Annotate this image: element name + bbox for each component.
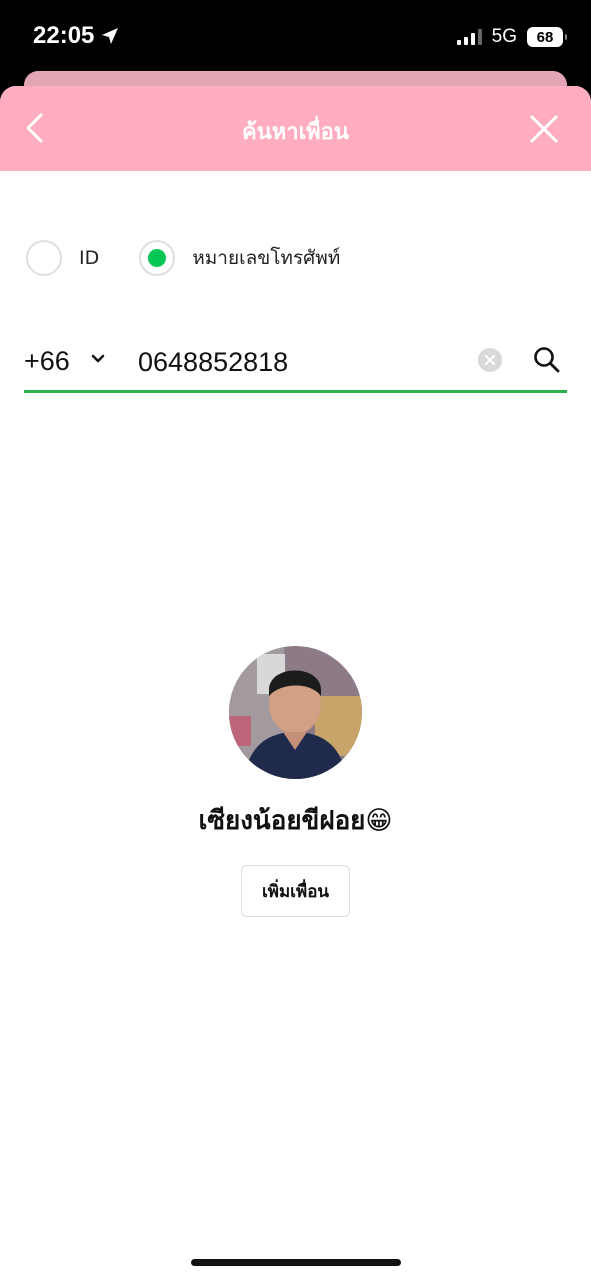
home-indicator[interactable] bbox=[191, 1259, 401, 1266]
signal-icon bbox=[456, 29, 482, 45]
profile-name: เซียงน้อยขีฝอย😁 bbox=[198, 806, 393, 836]
status-time-text: 22:05 bbox=[33, 22, 95, 49]
add-friend-button[interactable]: เพิ่มเพื่อน bbox=[241, 865, 350, 917]
country-code-selector[interactable]: +66 bbox=[24, 346, 70, 377]
radio-label-phone: หมายเลขโทรศัพท์ bbox=[192, 247, 341, 269]
radio-button-unselected[interactable] bbox=[26, 240, 62, 276]
search-icon[interactable] bbox=[533, 346, 561, 374]
radio-label-id: ID bbox=[79, 247, 100, 269]
radio-button-selected[interactable] bbox=[139, 240, 176, 276]
avatar-photo bbox=[229, 646, 362, 779]
page-title: ค้นหาเพื่อน bbox=[242, 120, 349, 145]
close-icon[interactable] bbox=[529, 114, 559, 144]
avatar bbox=[229, 646, 362, 779]
radio-selected-dot bbox=[148, 249, 167, 267]
phone-number-input[interactable] bbox=[138, 344, 468, 380]
location-arrow-icon bbox=[102, 28, 119, 44]
search-type-selector: ID หมายเลขโทรศัพท์ bbox=[26, 240, 340, 276]
battery-level: 68 bbox=[536, 28, 554, 46]
network-label: 5G bbox=[491, 26, 517, 47]
battery-icon: 68 bbox=[527, 27, 567, 47]
status-indicators: 5G 68 bbox=[456, 26, 567, 48]
phone-search-row: +66 bbox=[24, 338, 567, 393]
header: ค้นหาเพื่อน bbox=[0, 86, 591, 171]
add-friend-sheet: ค้นหาเพื่อน ID หมายเลขโทรศัพท์ +66 06488… bbox=[0, 86, 591, 1280]
radio-option-phone[interactable]: หมายเลขโทรศัพท์ bbox=[139, 240, 340, 276]
status-bar: 22:05 5G 68 bbox=[0, 0, 591, 72]
clear-icon[interactable] bbox=[478, 348, 502, 372]
status-time: 22:05 bbox=[33, 22, 120, 50]
radio-option-id[interactable]: ID bbox=[26, 240, 99, 276]
chevron-down-icon[interactable] bbox=[91, 354, 105, 364]
